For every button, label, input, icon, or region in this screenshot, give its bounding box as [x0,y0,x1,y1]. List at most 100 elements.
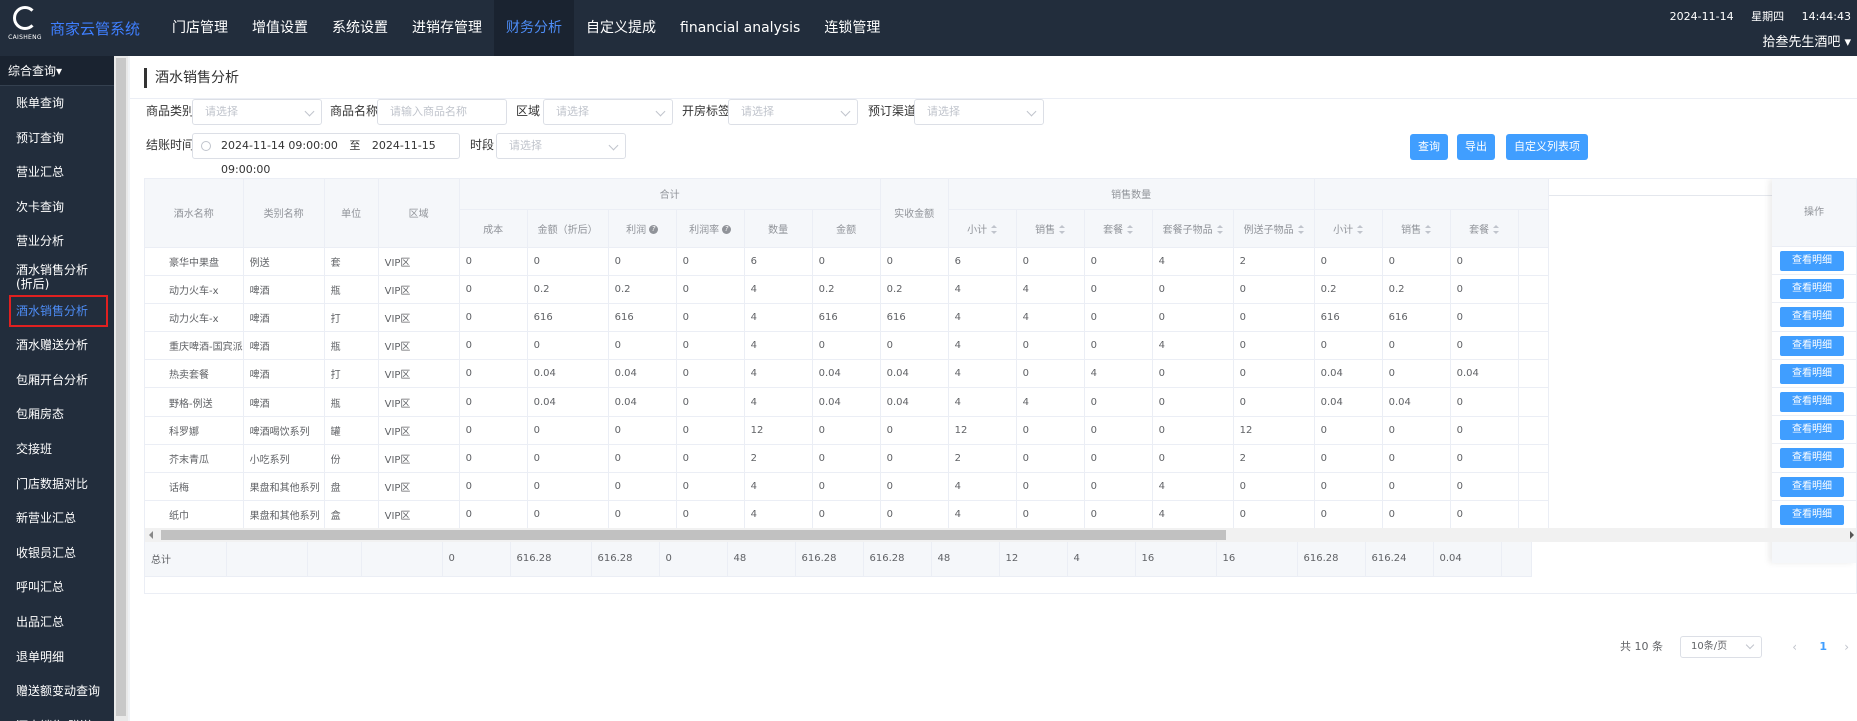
summary-cell: 0 [659,542,728,577]
sidebar-item-room-status[interactable]: 包厢房态 [0,397,114,432]
query-button[interactable]: 查询 [1410,134,1448,160]
table-cell: 0.04 [880,387,949,417]
scrollbar-thumb[interactable] [161,530,1226,540]
next-page-button[interactable]: › [1844,634,1849,660]
horizontal-scrollbar[interactable] [145,528,1856,542]
nav-finance-analysis[interactable]: 财务分析 [494,0,574,56]
nav-value-added[interactable]: 增值设置 [240,0,320,56]
sidebar-item-shift[interactable]: 交接班 [0,432,114,467]
scrollbar-thumb[interactable] [116,58,126,716]
view-detail-button[interactable]: 查看明细 [1780,476,1844,497]
view-detail-button[interactable]: 查看明细 [1780,504,1844,525]
table-cell: 0 [608,444,677,474]
sidebar-item-new-business-summary[interactable]: 新营业汇总 [0,501,114,536]
sidebar-item-output-summary[interactable]: 出品汇总 [0,605,114,640]
table-cell: 啤酒 [243,331,325,361]
table-cell: 4 [744,500,813,530]
sidebar-item-drink-sales[interactable]: 酒水销售分析 [8,294,109,329]
nav-financial-analysis-en[interactable]: financial analysis [668,0,812,56]
sidebar-item-card-query[interactable]: 次卡查询 [0,190,114,225]
sidebar-item-drink-sales-gift[interactable]: 酒水销售/赠送 [0,709,114,721]
sort-icon[interactable] [1059,225,1066,234]
help-icon[interactable]: ? [649,225,659,234]
sidebar-item-store-compare[interactable]: 门店数据对比 [0,467,114,502]
sort-icon[interactable] [1297,225,1304,234]
nav-custom-commission[interactable]: 自定义提成 [574,0,668,56]
sort-icon[interactable] [1425,225,1432,234]
nav-inventory[interactable]: 进销存管理 [400,0,494,56]
page-number[interactable]: 1 [1819,634,1827,660]
sort-icon[interactable] [1357,225,1364,234]
col-gift-sub[interactable]: 例送子物品 [1233,209,1315,248]
scroll-left-icon[interactable] [149,531,153,539]
view-detail-button[interactable]: 查看明细 [1780,363,1844,384]
col-package-sub[interactable]: 套餐子物品 [1152,209,1234,248]
table-cell: 热卖套餐 [145,359,244,389]
sidebar-item-drink-gift[interactable]: 酒水赠送分析 [0,328,114,363]
operation-cell: 查看明细 [1772,332,1856,360]
vertical-scrollbar[interactable] [114,56,128,721]
col-package[interactable]: 套餐 [1084,209,1153,248]
sort-icon[interactable] [1216,225,1223,234]
sidebar-item-business-summary[interactable]: 营业汇总 [0,155,114,190]
nav-chain-management[interactable]: 连锁管理 [812,0,892,56]
export-button[interactable]: 导出 [1457,134,1495,160]
prev-page-button[interactable]: ‹ [1792,634,1797,660]
channel-placeholder: 请选择 [927,105,960,118]
table-cell: 4 [744,472,813,502]
table-cell: 4 [948,331,1017,361]
view-detail-button[interactable]: 查看明细 [1780,307,1844,328]
col-right-sales[interactable]: 销售 [1382,209,1451,248]
category-placeholder: 请选择 [205,105,238,118]
view-detail-button[interactable]: 查看明细 [1780,391,1844,412]
sort-icon[interactable] [1493,225,1500,234]
sidebar-item-refund-detail[interactable]: 退单明细 [0,640,114,675]
room-tag-select[interactable]: 请选择 [728,99,858,125]
custom-columns-button[interactable]: 自定义列表项 [1506,134,1588,160]
col-right-package[interactable]: 套餐 [1450,209,1519,248]
table-cell: 0 [1450,331,1519,361]
area-select[interactable]: 请选择 [543,99,673,125]
period-select[interactable]: 请选择 [496,133,626,159]
page-size-select[interactable]: 10条/页 [1680,636,1762,658]
view-detail-button[interactable]: 查看明细 [1780,279,1844,300]
sidebar-item-cashier-summary[interactable]: 收银员汇总 [0,536,114,571]
sidebar-item-drink-sales-discounted[interactable]: 酒水销售分析(折后) [0,259,104,294]
col-sales[interactable]: 销售 [1016,209,1085,248]
view-detail-button[interactable]: 查看明细 [1780,448,1844,469]
sidebar-item-bill-query[interactable]: 账单查询 [0,86,114,121]
table-cell: 0 [459,472,528,502]
checkout-time-range[interactable]: 2024-11-14 09:00:00 至 2024-11-15 09:00:0… [192,133,460,176]
sidebar-heading[interactable]: 综合查询▾ [0,56,114,86]
weekday: 星期四 [1751,10,1785,23]
sort-icon[interactable] [1127,225,1134,234]
table-cell: 0 [1016,472,1085,502]
table-cell: 0.04 [1450,359,1519,389]
page-size-value: 10条/页 [1691,641,1728,652]
channel-select[interactable]: 请选择 [914,99,1044,125]
help-icon[interactable]: ? [722,225,732,234]
col-subtotal[interactable]: 小计 [948,209,1017,248]
product-name-input[interactable]: 请输入商品名称 [377,99,507,125]
col-group-total: 合计 [459,179,881,210]
scroll-right-icon[interactable] [1850,531,1854,539]
store-name: 拾叁先生酒吧 [1762,35,1841,50]
col-right-subtotal[interactable]: 小计 [1314,209,1383,248]
sidebar-item-reservation-query[interactable]: 预订查询 [0,121,114,156]
sidebar-item-room-open[interactable]: 包厢开台分析 [0,363,114,398]
sidebar-item-business-analysis[interactable]: 营业分析 [0,224,114,259]
view-detail-button[interactable]: 查看明细 [1780,420,1844,441]
view-detail-button[interactable]: 查看明细 [1780,335,1844,356]
store-dropdown[interactable]: 拾叁先生酒吧 ▾ [1656,31,1851,50]
nav-system-settings[interactable]: 系统设置 [320,0,400,56]
view-detail-button[interactable]: 查看明细 [1780,251,1844,271]
category-select[interactable]: 请选择 [192,99,322,125]
table-cell: 0 [1084,472,1153,502]
sidebar-item-call-summary[interactable]: 呼叫汇总 [0,570,114,605]
sort-icon[interactable] [991,225,998,234]
table-row: 动力火车-x 啤酒瓶 VIP区 0 0.2 0.2 0 4 0.2 0.2 4 4 0 0 0 0.2 0.2 0 [145,275,1549,304]
col-right-subtotal-label: 小计 [1333,224,1354,236]
nav-store-management[interactable]: 门店管理 [160,0,240,56]
sidebar-item-gift-change[interactable]: 赠送额变动查询 [0,674,114,709]
table-cell: 0 [1233,331,1315,361]
